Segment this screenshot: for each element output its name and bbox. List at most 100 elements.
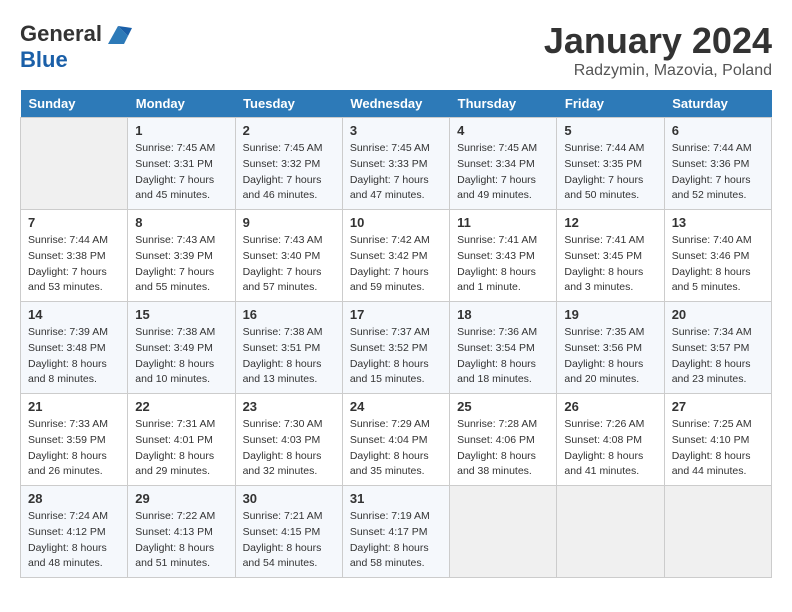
calendar-cell	[557, 486, 664, 578]
weekday-header-wednesday: Wednesday	[342, 90, 449, 118]
day-info: Sunrise: 7:45 AMSunset: 3:31 PMDaylight:…	[135, 141, 227, 204]
calendar-cell: 6 Sunrise: 7:44 AMSunset: 3:36 PMDaylight…	[664, 118, 771, 210]
calendar-cell: 27Sunrise: 7:25 AMSunset: 4:10 PMDayligh…	[664, 394, 771, 486]
day-info: Sunrise: 7:43 AMSunset: 3:39 PMDaylight:…	[135, 233, 227, 296]
calendar-cell: 13 Sunrise: 7:40 AMSunset: 3:46 PMDayligh…	[664, 210, 771, 302]
weekday-header-thursday: Thursday	[450, 90, 557, 118]
day-info: Sunrise: 7:37 AMSunset: 3:52 PMDaylight:…	[350, 325, 442, 388]
day-info: Sunrise: 7:22 AMSunset: 4:13 PMDaylight:…	[135, 509, 227, 572]
calendar-cell: 17 Sunrise: 7:37 AMSunset: 3:52 PMDayligh…	[342, 302, 449, 394]
calendar-cell: 18 Sunrise: 7:36 AMSunset: 3:54 PMDayligh…	[450, 302, 557, 394]
day-info: Sunrise: 7:35 AMSunset: 3:56 PMDaylight:…	[564, 325, 656, 388]
calendar-body: 1 Sunrise: 7:45 AMSunset: 3:31 PMDaylight…	[21, 118, 772, 578]
day-info: Sunrise: 7:40 AMSunset: 3:46 PMDaylight:…	[672, 233, 764, 296]
day-number: 20	[672, 307, 764, 322]
day-info: Sunrise: 7:45 AMSunset: 3:32 PMDaylight:…	[243, 141, 335, 204]
calendar-cell: 22 Sunrise: 7:31 AMSunset: 4:01 PMDayligh…	[128, 394, 235, 486]
day-number: 31	[350, 491, 442, 506]
day-info: Sunrise: 7:25 AMSunset: 4:10 PMDaylight:…	[672, 417, 764, 480]
calendar-cell: 11 Sunrise: 7:41 AMSunset: 3:43 PMDayligh…	[450, 210, 557, 302]
calendar-week-2: 7 Sunrise: 7:44 AMSunset: 3:38 PMDaylight…	[21, 210, 772, 302]
calendar-cell: 14Sunrise: 7:39 AMSunset: 3:48 PMDayligh…	[21, 302, 128, 394]
day-info: Sunrise: 7:41 AMSunset: 3:43 PMDaylight:…	[457, 233, 549, 296]
day-info: Sunrise: 7:21 AMSunset: 4:15 PMDaylight:…	[243, 509, 335, 572]
logo-icon	[104, 20, 132, 48]
calendar-cell: 2 Sunrise: 7:45 AMSunset: 3:32 PMDaylight…	[235, 118, 342, 210]
weekday-header-sunday: Sunday	[21, 90, 128, 118]
day-number: 10	[350, 215, 442, 230]
day-info: Sunrise: 7:26 AMSunset: 4:08 PMDaylight:…	[564, 417, 656, 480]
calendar-cell: 26 Sunrise: 7:26 AMSunset: 4:08 PMDayligh…	[557, 394, 664, 486]
day-info: Sunrise: 7:30 AMSunset: 4:03 PMDaylight:…	[243, 417, 335, 480]
day-number: 4	[457, 123, 549, 138]
weekday-header-saturday: Saturday	[664, 90, 771, 118]
logo-row: General	[20, 20, 132, 48]
day-number: 29	[135, 491, 227, 506]
calendar-cell: 19 Sunrise: 7:35 AMSunset: 3:56 PMDayligh…	[557, 302, 664, 394]
day-number: 19	[564, 307, 656, 322]
day-number: 24	[350, 399, 442, 414]
day-info: Sunrise: 7:44 AMSunset: 3:36 PMDaylight:…	[672, 141, 764, 204]
day-number: 12	[564, 215, 656, 230]
calendar-cell: 9 Sunrise: 7:43 AMSunset: 3:40 PMDaylight…	[235, 210, 342, 302]
calendar-cell: 29 Sunrise: 7:22 AMSunset: 4:13 PMDayligh…	[128, 486, 235, 578]
location-title: Radzymin, Mazovia, Poland	[544, 62, 772, 80]
calendar-cell: 1 Sunrise: 7:45 AMSunset: 3:31 PMDaylight…	[128, 118, 235, 210]
day-number: 8	[135, 215, 227, 230]
day-number: 13	[672, 215, 764, 230]
calendar-cell: 8 Sunrise: 7:43 AMSunset: 3:39 PMDaylight…	[128, 210, 235, 302]
weekday-header-tuesday: Tuesday	[235, 90, 342, 118]
day-info: Sunrise: 7:44 AMSunset: 3:35 PMDaylight:…	[564, 141, 656, 204]
calendar-cell: 16Sunrise: 7:38 AMSunset: 3:51 PMDayligh…	[235, 302, 342, 394]
day-number: 17	[350, 307, 442, 322]
day-info: Sunrise: 7:43 AMSunset: 3:40 PMDaylight:…	[243, 233, 335, 296]
day-info: Sunrise: 7:31 AMSunset: 4:01 PMDaylight:…	[135, 417, 227, 480]
day-number: 30	[243, 491, 335, 506]
day-number: 7	[28, 215, 120, 230]
day-number: 9	[243, 215, 335, 230]
day-info: Sunrise: 7:19 AMSunset: 4:17 PMDaylight:…	[350, 509, 442, 572]
logo-wrapper: General Blue	[20, 20, 132, 72]
calendar-cell: 28Sunrise: 7:24 AMSunset: 4:12 PMDayligh…	[21, 486, 128, 578]
day-number: 11	[457, 215, 549, 230]
calendar-header: SundayMondayTuesdayWednesdayThursdayFrid…	[21, 90, 772, 118]
logo: General Blue	[20, 20, 132, 72]
day-info: Sunrise: 7:38 AMSunset: 3:49 PMDaylight:…	[135, 325, 227, 388]
day-number: 28	[28, 491, 120, 506]
calendar-cell: 30 Sunrise: 7:21 AMSunset: 4:15 PMDayligh…	[235, 486, 342, 578]
day-info: Sunrise: 7:33 AMSunset: 3:59 PMDaylight:…	[28, 417, 120, 480]
calendar-cell: 15 Sunrise: 7:38 AMSunset: 3:49 PMDayligh…	[128, 302, 235, 394]
day-info: Sunrise: 7:39 AMSunset: 3:48 PMDaylight:…	[28, 325, 120, 388]
calendar-cell: 24Sunrise: 7:29 AMSunset: 4:04 PMDayligh…	[342, 394, 449, 486]
day-info: Sunrise: 7:34 AMSunset: 3:57 PMDaylight:…	[672, 325, 764, 388]
day-number: 6	[672, 123, 764, 138]
day-number: 15	[135, 307, 227, 322]
calendar-cell: 4Sunrise: 7:45 AMSunset: 3:34 PMDaylight…	[450, 118, 557, 210]
day-number: 2	[243, 123, 335, 138]
page-header: General Blue January 2024 Radzymin, Mazo…	[20, 20, 772, 80]
calendar-cell: 12Sunrise: 7:41 AMSunset: 3:45 PMDayligh…	[557, 210, 664, 302]
day-info: Sunrise: 7:36 AMSunset: 3:54 PMDaylight:…	[457, 325, 549, 388]
day-info: Sunrise: 7:44 AMSunset: 3:38 PMDaylight:…	[28, 233, 120, 296]
day-number: 26	[564, 399, 656, 414]
calendar-week-5: 28Sunrise: 7:24 AMSunset: 4:12 PMDayligh…	[21, 486, 772, 578]
weekday-header-monday: Monday	[128, 90, 235, 118]
day-number: 3	[350, 123, 442, 138]
calendar-table: SundayMondayTuesdayWednesdayThursdayFrid…	[20, 90, 772, 578]
day-number: 22	[135, 399, 227, 414]
day-number: 1	[135, 123, 227, 138]
logo-text-general: General	[20, 22, 102, 46]
logo-text-blue: Blue	[20, 48, 132, 72]
calendar-cell: 10Sunrise: 7:42 AMSunset: 3:42 PMDayligh…	[342, 210, 449, 302]
calendar-cell	[450, 486, 557, 578]
day-info: Sunrise: 7:28 AMSunset: 4:06 PMDaylight:…	[457, 417, 549, 480]
day-number: 5	[564, 123, 656, 138]
calendar-cell: 21Sunrise: 7:33 AMSunset: 3:59 PMDayligh…	[21, 394, 128, 486]
day-number: 25	[457, 399, 549, 414]
calendar-cell: 23 Sunrise: 7:30 AMSunset: 4:03 PMDayligh…	[235, 394, 342, 486]
calendar-cell: 25 Sunrise: 7:28 AMSunset: 4:06 PMDayligh…	[450, 394, 557, 486]
calendar-week-1: 1 Sunrise: 7:45 AMSunset: 3:31 PMDaylight…	[21, 118, 772, 210]
day-number: 18	[457, 307, 549, 322]
day-number: 23	[243, 399, 335, 414]
month-title: January 2024	[544, 20, 772, 62]
